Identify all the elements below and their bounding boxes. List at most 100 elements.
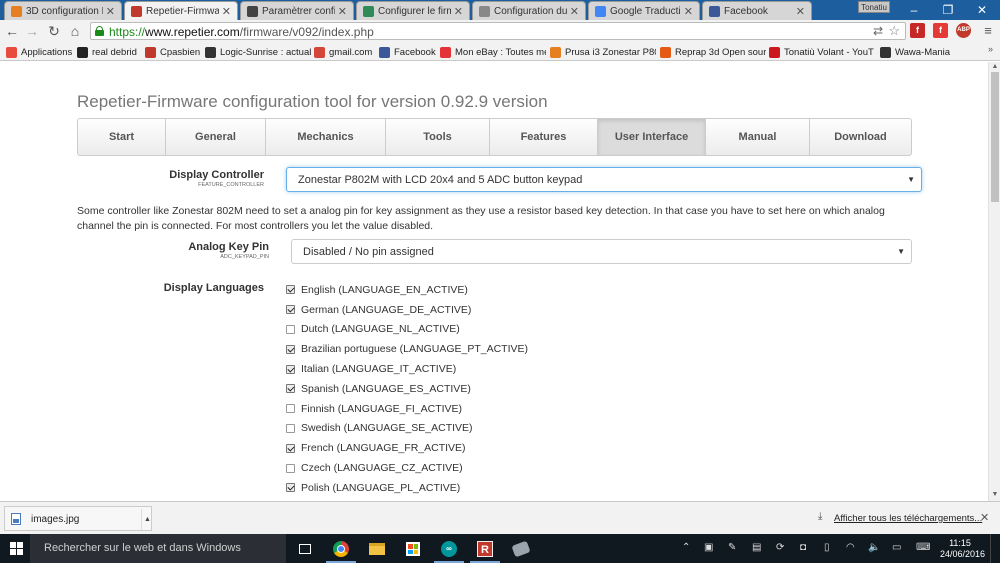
browser-tab[interactable]: Repetier-Firmware✕	[124, 1, 238, 20]
forward-arrow-icon[interactable]: →	[24, 23, 40, 39]
nav-tab-user-interface[interactable]: User Interface	[598, 119, 706, 155]
close-window-button[interactable]: ✕	[968, 2, 996, 18]
tray-app-icon[interactable]: ▤	[752, 542, 761, 553]
page-scrollbar[interactable]: ▲ ▼	[988, 62, 1000, 501]
browser-tab[interactable]: Configuration du F✕	[472, 1, 586, 20]
menu-icon[interactable]: ≡	[980, 23, 996, 39]
bookmark-star-icon[interactable]: ☆	[888, 23, 900, 39]
bookmark-item[interactable]: gmail.com	[314, 45, 376, 59]
more-bookmarks-icon[interactable]: »	[988, 44, 993, 54]
language-option[interactable]: Brazilian portuguese (LANGUAGE_PT_ACTIVE…	[286, 339, 528, 359]
adblock-icon[interactable]: ABP	[956, 23, 971, 38]
battery-icon[interactable]: ▯	[824, 542, 830, 553]
home-icon[interactable]: ⌂	[67, 23, 83, 39]
language-checkbox[interactable]	[286, 324, 295, 334]
arduino-icon[interactable]: ∞	[434, 538, 464, 563]
browser-tab[interactable]: Configurer le firmw✕	[356, 1, 470, 20]
task-view-icon[interactable]	[294, 538, 316, 560]
translate-icon[interactable]: ⇄	[873, 24, 883, 38]
chrome-icon[interactable]	[326, 538, 356, 563]
language-option[interactable]: Swedish (LANGUAGE_SE_ACTIVE)	[286, 419, 528, 439]
bookmark-item[interactable]: Logic-Sunrise : actuali	[205, 45, 311, 59]
language-checkbox[interactable]	[286, 423, 295, 433]
tray-device-icon[interactable]: ◘	[800, 542, 806, 553]
close-tab-icon[interactable]: ✕	[684, 5, 693, 18]
language-option[interactable]: Dutch (LANGUAGE_NL_ACTIVE)	[286, 320, 528, 340]
nav-tab-start[interactable]: Start	[78, 119, 166, 155]
language-option[interactable]: Finnish (LANGUAGE_FI_ACTIVE)	[286, 399, 528, 419]
language-checkbox[interactable]	[286, 463, 295, 473]
language-option[interactable]: French (LANGUAGE_FR_ACTIVE)	[286, 438, 528, 458]
browser-tab[interactable]: 3D configuration RUM✕	[4, 1, 122, 20]
language-option[interactable]: Czech (LANGUAGE_CZ_ACTIVE)	[286, 458, 528, 478]
language-option[interactable]: English (LANGUAGE_EN_ACTIVE)	[286, 280, 528, 300]
nav-tab-general[interactable]: General	[166, 119, 266, 155]
language-checkbox[interactable]	[286, 305, 295, 315]
flash-disabled-extension-icon[interactable]: f	[933, 23, 948, 38]
language-option[interactable]: Spanish (LANGUAGE_ES_ACTIVE)	[286, 379, 528, 399]
nav-tab-features[interactable]: Features	[490, 119, 598, 155]
wifi-icon[interactable]: ◠	[846, 542, 855, 553]
reload-icon[interactable]: ↻	[46, 23, 62, 39]
maximize-button[interactable]: ❐	[934, 2, 962, 18]
language-checkbox[interactable]	[286, 384, 295, 394]
taskbar-search-box[interactable]: Rechercher sur le web et dans Windows	[30, 534, 286, 563]
bookmark-item[interactable]: Cpasbien	[145, 45, 201, 59]
nav-tab-mechanics[interactable]: Mechanics	[266, 119, 386, 155]
tray-sync-icon[interactable]: ⟳	[776, 542, 784, 553]
bookmark-item[interactable]: Prusa i3 Zonestar P80	[550, 45, 656, 59]
bookmark-item[interactable]: Wawa-Mania	[880, 45, 950, 59]
bookmark-item[interactable]: Reprap 3d Open sour	[660, 45, 766, 59]
nav-tab-download[interactable]: Download	[810, 119, 911, 155]
download-options-caret-icon[interactable]: ▲	[141, 509, 153, 530]
language-checkbox[interactable]	[286, 364, 295, 374]
back-arrow-icon[interactable]: ←	[4, 23, 20, 39]
close-tab-icon[interactable]: ✕	[338, 5, 347, 18]
browser-tab[interactable]: Facebook ✕	[702, 1, 812, 20]
file-explorer-icon[interactable]	[366, 538, 388, 560]
language-checkbox[interactable]	[286, 285, 295, 295]
language-option[interactable]: Italian (LANGUAGE_IT_ACTIVE)	[286, 359, 528, 379]
nav-tab-tools[interactable]: Tools	[386, 119, 490, 155]
analog-key-pin-select[interactable]: Disabled / No pin assigned ▼	[291, 239, 912, 264]
bookmark-item[interactable]: real debrid	[77, 45, 141, 59]
printer-app-icon[interactable]	[510, 538, 532, 560]
flash-extension-icon[interactable]: f	[910, 23, 925, 38]
store-icon[interactable]	[402, 538, 424, 560]
bookmark-item[interactable]: Tonatiù Volant - YouT	[769, 45, 877, 59]
show-desktop-button[interactable]	[990, 534, 996, 563]
tray-tool-icon[interactable]: ✎	[728, 542, 736, 553]
scroll-down-arrow-icon[interactable]: ▼	[991, 491, 999, 499]
language-option[interactable]: German (LANGUAGE_DE_ACTIVE)	[286, 300, 528, 320]
language-checkbox[interactable]	[286, 483, 295, 493]
browser-tab[interactable]: Paramètrer configu✕	[240, 1, 354, 20]
address-bar[interactable]: https://www.repetier.com/firmware/v092/i…	[90, 22, 906, 40]
display-controller-select[interactable]: Zonestar P802M with LCD 20x4 and 5 ADC b…	[286, 167, 922, 192]
close-tab-icon[interactable]: ✕	[796, 5, 805, 18]
taskbar-clock[interactable]: 11:15 24/06/2016	[940, 538, 985, 560]
close-tab-icon[interactable]: ✕	[106, 5, 115, 18]
bookmark-item[interactable]: Mon eBay : Toutes me	[440, 45, 546, 59]
scroll-thumb[interactable]	[991, 72, 999, 202]
language-checkbox[interactable]	[286, 443, 295, 453]
download-item[interactable]: images.jpg ▲	[4, 506, 152, 531]
tray-expand-icon[interactable]: ⌃	[682, 542, 690, 553]
language-checkbox[interactable]	[286, 404, 295, 414]
language-checkbox[interactable]	[286, 344, 295, 354]
volume-icon[interactable]: 🔈	[868, 542, 880, 553]
close-tab-icon[interactable]: ✕	[222, 5, 231, 18]
close-tab-icon[interactable]: ✕	[570, 5, 579, 18]
browser-tab[interactable]: Google Traduction✕	[588, 1, 700, 20]
language-option[interactable]: Polish (LANGUAGE_PL_ACTIVE)	[286, 478, 528, 498]
network-tray-icon[interactable]: ▣	[704, 542, 713, 553]
nav-tab-manual[interactable]: Manual	[706, 119, 810, 155]
notification-icon[interactable]: ▭	[892, 542, 901, 553]
windows-start-icon[interactable]	[10, 542, 24, 556]
close-shelf-icon[interactable]: ✕	[980, 511, 989, 524]
show-all-downloads-link[interactable]: Afficher tous les téléchargements...	[834, 513, 982, 524]
close-tab-icon[interactable]: ✕	[454, 5, 463, 18]
profile-badge[interactable]: Tonatiu	[858, 1, 890, 13]
bookmark-item[interactable]: Facebook	[379, 45, 437, 59]
bookmark-item[interactable]: Applications	[6, 45, 74, 59]
minimize-button[interactable]: –	[900, 2, 928, 18]
